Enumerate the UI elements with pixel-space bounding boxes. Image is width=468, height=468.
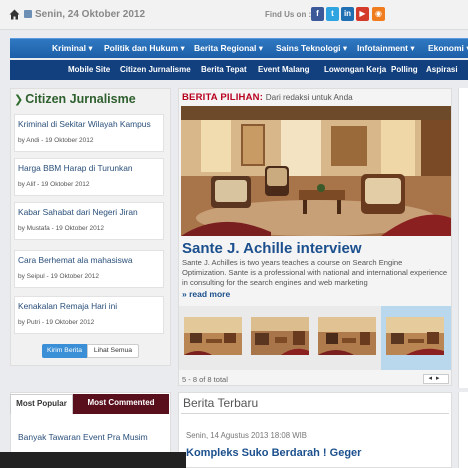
subnav-item[interactable]: Citizen Jurnalisme	[120, 65, 191, 74]
citizen-item-title[interactable]: Kabar Sahabat dari Negeri Jiran	[18, 207, 138, 217]
find-us-label: Find Us on :	[265, 10, 312, 19]
slider-arrows[interactable]: ◂▸	[423, 374, 449, 384]
citizen-item-title[interactable]: Harga BBM Harap di Turunkan	[18, 163, 133, 173]
main-navigation: Kriminal ▾ Politik dan Hukum ▾ Berita Regi…	[10, 38, 468, 58]
subnav-item[interactable]: Polling	[391, 65, 418, 74]
nav-item[interactable]: Berita Regional ▾	[194, 43, 263, 54]
latest-news-date: Senin, 14 Agustus 2013 18:08 WIB	[186, 431, 307, 440]
chevron-right-icon: ❯	[14, 94, 24, 106]
tab-most-popular[interactable]: Most Popular	[10, 394, 73, 414]
featured-subtitle: Dari redaksi untuk Anda	[265, 93, 353, 102]
citizen-item-title[interactable]: Kriminal di Sekitar Wilayah Kampus	[18, 119, 151, 129]
featured-heading: BERITA PILIHAN: Dari redaksi untuk Anda	[182, 92, 353, 103]
citizen-item-title[interactable]: Cara Berhemat ala mahasiswa	[18, 255, 133, 265]
bottom-bar	[0, 452, 186, 468]
nav-item[interactable]: Ekonomi ▾	[428, 43, 468, 54]
subnav-item[interactable]: Aspirasi	[426, 65, 458, 74]
citizen-item-meta: by Andi - 19 Oktober 2012	[18, 137, 94, 144]
citizen-list-item[interactable]: Kriminal di Sekitar Wilayah Kampus by And…	[14, 114, 164, 152]
featured-label: BERITA PILIHAN:	[182, 92, 264, 103]
popular-item-link[interactable]: Banyak Tawaran Event Pra Musim	[18, 432, 148, 442]
current-date: Senin, 24 Oktober 2012	[35, 9, 146, 20]
send-news-button[interactable]: Kirim Berita	[42, 344, 87, 358]
nav-item[interactable]: Infotainment ▾	[357, 43, 415, 54]
citizen-item-meta: by Mustafa - 19 Oktober 2012	[18, 225, 104, 232]
citizen-item-meta: by Seipul - 19 Oktober 2012	[18, 273, 99, 280]
thumbnail[interactable]	[184, 317, 242, 355]
rss-icon[interactable]: ◉	[372, 7, 385, 21]
featured-title[interactable]: Sante J. Achille interview	[182, 240, 362, 257]
slide-counter: 5 - 8 of 8 total	[182, 375, 228, 384]
citizen-list-item[interactable]: Kabar Sahabat dari Negeri Jiran by Mustaf…	[14, 202, 164, 240]
citizen-list-item[interactable]: Cara Berhemat ala mahasiswa by Seipul - 1…	[14, 250, 164, 288]
citizen-list-item[interactable]: Kenakalan Remaja Hari ini by Putri - 19 O…	[14, 296, 164, 334]
thumbnail-active[interactable]	[386, 317, 444, 355]
latest-news-title: Berita Terbaru	[183, 396, 259, 410]
featured-description: Sante J. Achilles is two years teaches a…	[182, 258, 448, 287]
latest-news-headline[interactable]: Kompleks Suko Berdarah ! Geger	[186, 447, 361, 459]
twitter-icon[interactable]: t	[326, 7, 339, 21]
citizen-item-title[interactable]: Kenakalan Remaja Hari ini	[18, 301, 117, 311]
subnav-item[interactable]: Lowongan Kerja	[324, 65, 386, 74]
citizen-jurnalisme-title: Citizen Jurnalisme	[25, 92, 136, 106]
home-icon[interactable]	[9, 9, 20, 20]
subnav-item[interactable]: Mobile Site	[68, 65, 110, 74]
view-all-button[interactable]: Lihat Semua	[87, 344, 139, 358]
nav-item[interactable]: Kriminal ▾	[52, 43, 93, 54]
right-column-edge	[458, 392, 468, 468]
citizen-list-item[interactable]: Harga BBM Harap di Turunkan by Alif - 19 …	[14, 158, 164, 196]
citizen-item-meta: by Putri - 19 Oktober 2012	[18, 319, 95, 326]
subnav-item[interactable]: Berita Tepat	[201, 65, 247, 74]
calendar-icon	[24, 10, 32, 18]
nav-item[interactable]: Politik dan Hukum ▾	[104, 43, 185, 54]
citizen-jurnalisme-heading: ❯ Citizen Jurnalisme	[14, 92, 136, 106]
sub-navigation: Mobile Site Citizen Jurnalisme Berita Tepa…	[10, 60, 468, 80]
citizen-item-meta: by Alif - 19 Oktober 2012	[18, 181, 90, 188]
thumbnail[interactable]	[318, 317, 376, 355]
linkedin-icon[interactable]: in	[341, 7, 354, 21]
youtube-icon[interactable]: ▶	[356, 7, 369, 21]
featured-image[interactable]	[181, 106, 451, 236]
nav-item[interactable]: Sains Teknologi ▾	[276, 43, 347, 54]
subnav-item[interactable]: Event Malang	[258, 65, 310, 74]
read-more-link[interactable]: » read more	[182, 289, 230, 299]
facebook-icon[interactable]: f	[311, 7, 324, 21]
right-column-edge	[458, 88, 468, 388]
thumbnail[interactable]	[251, 317, 309, 355]
divider	[181, 413, 449, 414]
tab-most-commented[interactable]: Most Commented	[73, 394, 169, 414]
